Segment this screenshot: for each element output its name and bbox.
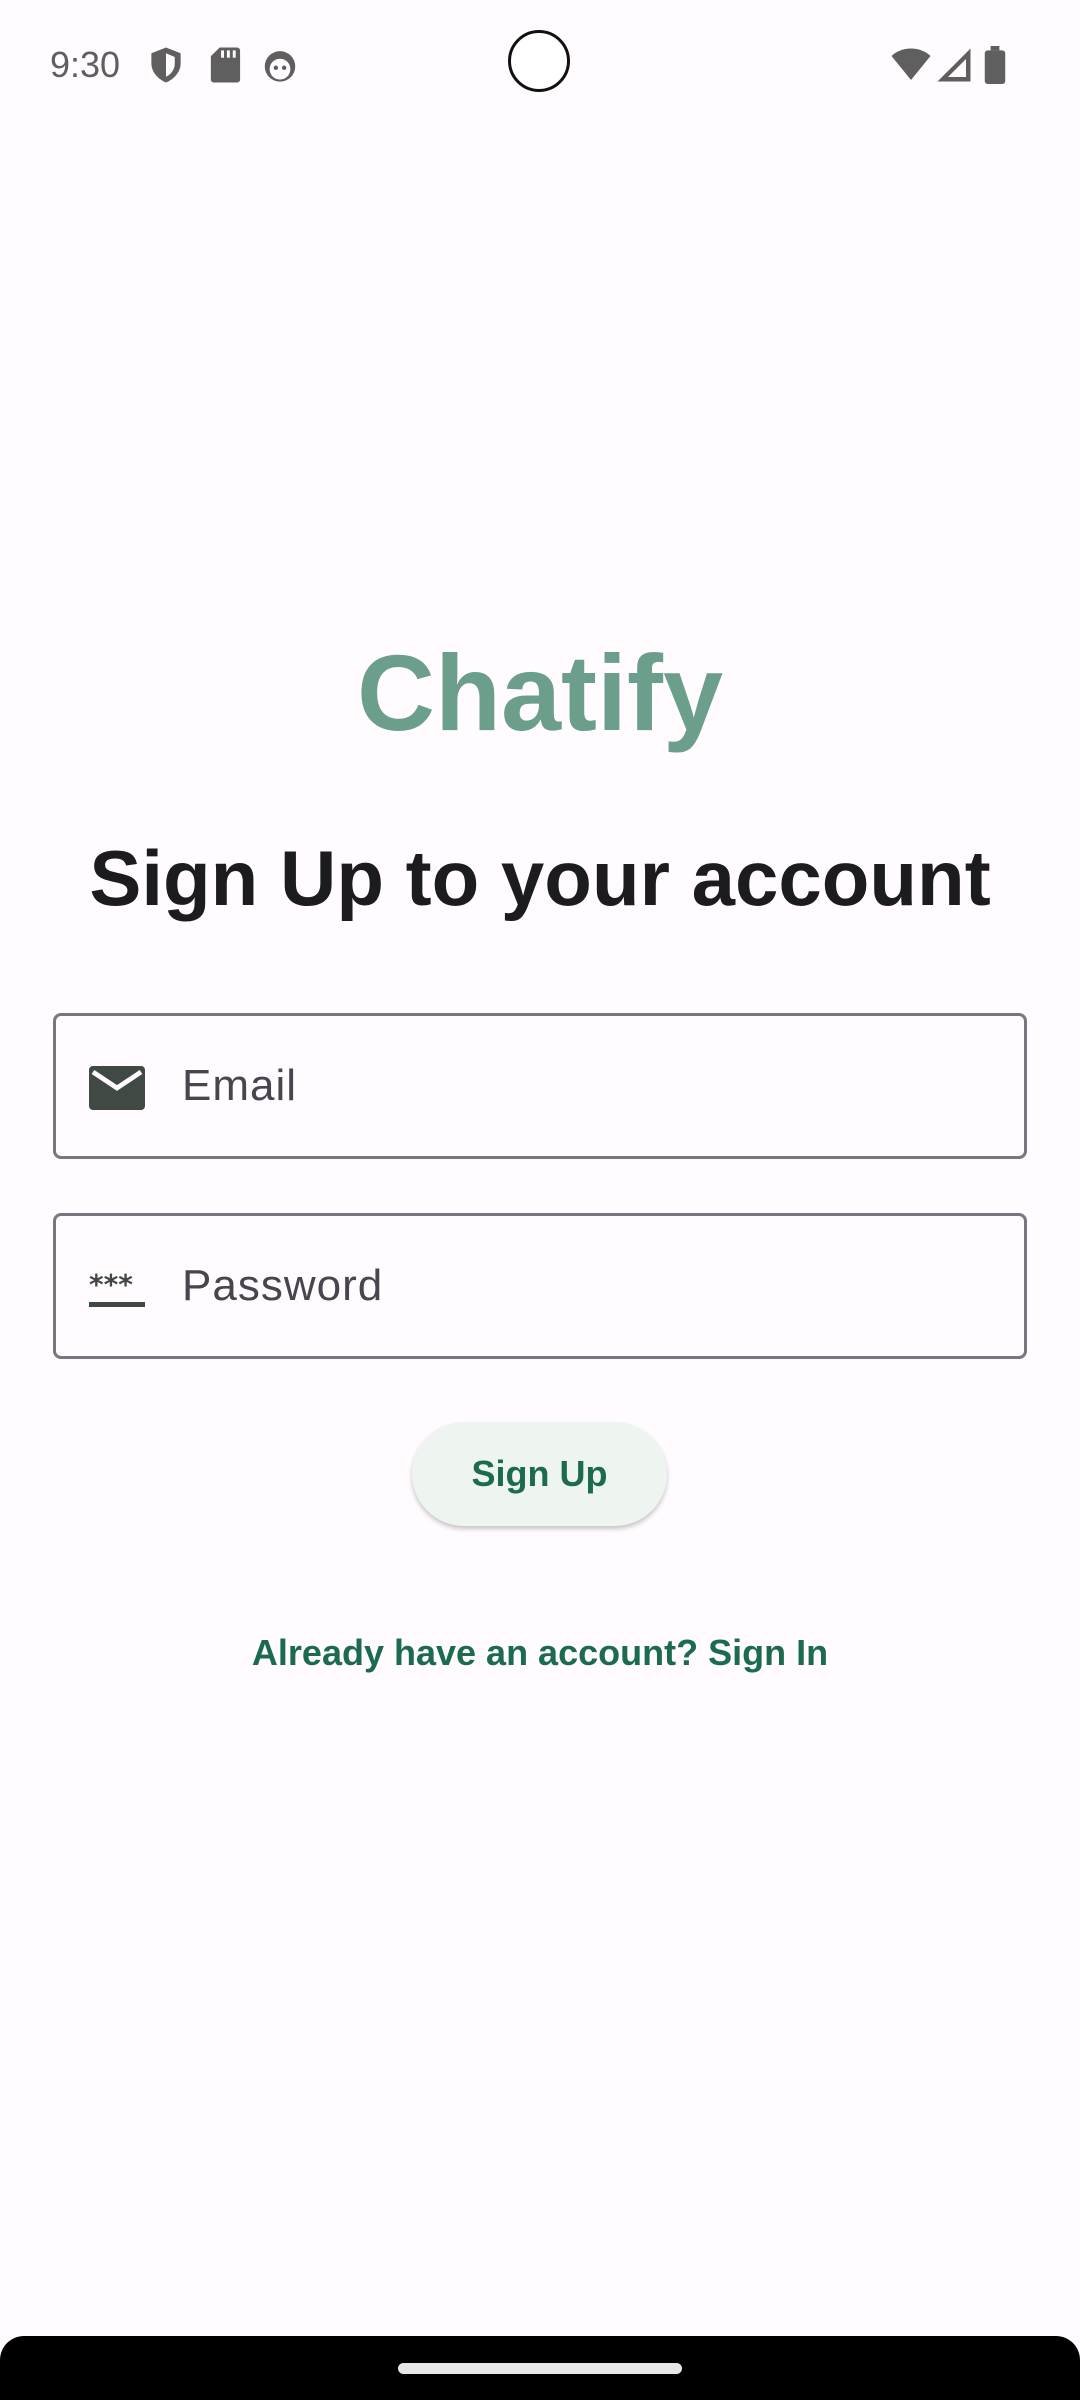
email-icon: [89, 1066, 145, 1110]
sd-card-icon: [210, 47, 241, 83]
status-bar: 9:30: [0, 0, 1080, 130]
svg-text:***: ***: [89, 1268, 133, 1301]
password-placeholder: Password: [182, 1261, 384, 1310]
page-heading: Sign Up to your account: [89, 834, 991, 922]
battery-icon: [984, 46, 1006, 84]
password-icon: ***: [89, 1268, 145, 1307]
sign-up-button[interactable]: Sign Up: [412, 1422, 667, 1526]
status-time: 9:30: [50, 44, 121, 85]
face-icon: [264, 51, 296, 82]
sign-in-link[interactable]: Already have an account? Sign In: [0, 1626, 1080, 1680]
camera-cutout: [508, 30, 570, 92]
home-handle[interactable]: [398, 2363, 682, 2374]
email-placeholder: Email: [182, 1061, 298, 1110]
password-field[interactable]: *** Password: [53, 1213, 1027, 1359]
wifi-icon: [891, 48, 931, 80]
email-field[interactable]: Email: [53, 1013, 1027, 1159]
cell-signal-icon: [937, 48, 971, 82]
shield-icon: [151, 47, 181, 83]
app-title: Chatify: [356, 632, 724, 753]
